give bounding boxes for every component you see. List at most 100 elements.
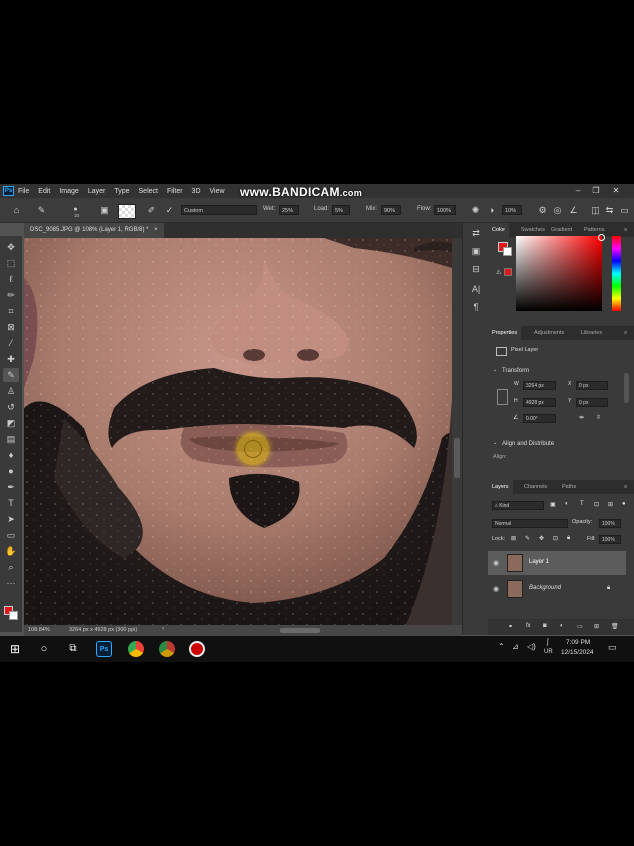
color-panel-menu-icon[interactable]: ≡ (624, 223, 627, 237)
filter-shape-icon[interactable]: ⊡ (594, 501, 599, 508)
new-group-icon[interactable]: ▭ (577, 623, 583, 630)
clock-time[interactable]: 7:09 PM (566, 639, 590, 646)
new-adjustment-icon[interactable]: ◐ (560, 623, 564, 629)
current-load-swatch[interactable] (118, 204, 136, 219)
lock-artboard-icon[interactable]: ⊡ (553, 535, 558, 542)
tab-adjustments[interactable]: Adjustments (534, 326, 564, 340)
paragraph-panel-icon[interactable]: ¶ (470, 301, 482, 313)
task-view-icon[interactable]: ⧉ (65, 641, 81, 657)
tab-properties[interactable]: Properties (488, 326, 522, 340)
notifications-icon[interactable]: ▭ (608, 642, 617, 653)
pen-tool-icon[interactable]: ✒ (3, 480, 19, 494)
airbrush-icon[interactable]: ✺ (470, 205, 481, 215)
lasso-tool-icon[interactable]: ℓ (3, 272, 19, 286)
clean-brush-icon[interactable]: ✓ (164, 205, 175, 215)
tab-layers[interactable]: Layers (488, 480, 513, 494)
blur-tool-icon[interactable]: ♦ (3, 448, 19, 462)
delete-layer-icon[interactable]: 🗑︎ (611, 623, 619, 630)
volume-icon[interactable]: ◁) (527, 642, 536, 651)
eyedropper-tool-icon[interactable]: ⁄ (3, 336, 19, 350)
mixer-brush-icon[interactable]: ✎ (36, 205, 47, 215)
menu-filter[interactable]: Filter (167, 188, 183, 195)
load-brush-icon[interactable]: ✐ (146, 205, 157, 215)
history-brush-icon[interactable]: ↺ (3, 400, 19, 414)
filter-smart-icon[interactable]: ⊞ (608, 501, 613, 508)
flip-horizontal-icon[interactable]: ⇹ (579, 414, 584, 421)
path-select-tool-icon[interactable]: ➤ (3, 512, 19, 526)
stamp-tool-icon[interactable]: ♙ (3, 384, 19, 398)
smoothing-field[interactable]: 10% (502, 205, 522, 215)
symmetry-icon[interactable]: ⇆ (604, 205, 615, 215)
shape-tool-icon[interactable]: ▭ (3, 528, 19, 542)
background-color-swatch[interactable] (9, 611, 18, 620)
new-layer-icon[interactable]: ⊞ (594, 623, 599, 630)
smoothing-settings-icon[interactable]: ⚙ (537, 205, 548, 215)
tab-channels[interactable]: Channels (524, 480, 547, 494)
brush-settings-icon[interactable]: ▣ (99, 205, 110, 215)
chrome-profile-icon[interactable] (159, 641, 175, 657)
tab-libraries[interactable]: Libraries (581, 326, 602, 340)
flow-field[interactable]: 100% (434, 205, 456, 215)
share-icon[interactable]: ▭ (619, 205, 630, 215)
filter-adjustment-icon[interactable]: ◐ (565, 501, 569, 507)
sample-all-icon[interactable]: ◎ (552, 205, 563, 215)
dodge-tool-icon[interactable]: ● (3, 464, 19, 478)
home-icon[interactable]: ⌂ (11, 205, 22, 215)
lock-transparent-icon[interactable]: ⊠ (511, 535, 516, 542)
filter-toggle-icon[interactable]: ● (622, 501, 626, 507)
layer-row-layer-1[interactable]: ◉ Layer 1 (488, 551, 626, 575)
flip-vertical-icon[interactable]: ⇳ (596, 414, 601, 421)
transform-chevron-icon[interactable]: ⌄ (493, 367, 497, 373)
eye-icon[interactable]: ◉ (493, 585, 499, 593)
properties-menu-icon[interactable]: ≡ (624, 326, 627, 340)
align-chevron-icon[interactable]: ⌄ (493, 440, 497, 446)
gamut-warning-icon[interactable]: ⚠ (496, 269, 501, 276)
mix-field[interactable]: 90% (381, 205, 401, 215)
opacity-field[interactable]: 100% (599, 519, 621, 528)
crop-tool-icon[interactable]: ⌗ (3, 304, 19, 318)
frame-tool-icon[interactable]: ⊠ (3, 320, 19, 334)
marquee-tool-icon[interactable]: ⬚ (3, 256, 19, 270)
document-size-info[interactable]: 3264 px x 4928 px (300 ppi) (69, 627, 137, 633)
quick-select-tool-icon[interactable]: ✏ (3, 288, 19, 302)
pressure-icon[interactable]: ◫ (590, 205, 601, 215)
angle-icon[interactable]: ◑ (486, 205, 497, 215)
layer-name[interactable]: Background (529, 585, 561, 591)
vertical-scroll-thumb[interactable] (454, 438, 460, 478)
color-field[interactable] (516, 234, 605, 311)
filter-pixel-icon[interactable]: ▣ (550, 501, 556, 508)
close-tab-icon[interactable]: × (154, 227, 158, 233)
hue-slider[interactable] (612, 236, 621, 311)
eraser-tool-icon[interactable]: ◩ (3, 416, 19, 430)
tray-arrow-icon[interactable]: ⌃ (498, 642, 505, 651)
search-icon[interactable]: ○ (36, 641, 52, 657)
hand-tool-icon[interactable]: ✋ (3, 544, 19, 558)
brush-tool-icon[interactable]: ✎ (3, 368, 19, 382)
bandicam-record-icon[interactable] (189, 641, 205, 657)
more-tools-icon[interactable]: ··· (3, 576, 19, 590)
lock-pixels-icon[interactable]: ✎ (525, 535, 530, 542)
adjustments-panel-icon[interactable]: ⊟ (470, 263, 482, 275)
brush-angle-icon[interactable]: ∠ (568, 205, 579, 215)
wet-field[interactable]: 25% (279, 205, 299, 215)
link-layers-icon[interactable]: ⚭ (508, 623, 513, 630)
color-field-picker[interactable] (598, 234, 605, 241)
menu-select[interactable]: Select (139, 188, 158, 195)
layers-menu-icon[interactable]: ≡ (624, 480, 627, 494)
angle-field[interactable]: 0.00° (523, 414, 556, 423)
vertical-scrollbar[interactable] (452, 238, 462, 629)
menu-type[interactable]: Type (114, 188, 129, 195)
gradient-tool-icon[interactable]: ▤ (3, 432, 19, 446)
windows-start-icon[interactable]: ⊞ (7, 641, 23, 657)
layer-name[interactable]: Layer 1 (529, 559, 549, 565)
network-icon[interactable]: ⊿ (512, 642, 519, 651)
gamut-swatch[interactable] (504, 268, 512, 276)
minimize-button[interactable]: – (573, 186, 583, 195)
tab-swatches[interactable]: Swatches (521, 223, 545, 237)
status-arrow-icon[interactable]: › (162, 626, 164, 632)
layer-style-icon[interactable]: fx (526, 623, 531, 629)
panel-background-swatch[interactable] (503, 247, 512, 256)
y-field[interactable]: 0 px (576, 398, 608, 407)
actions-panel-icon[interactable]: ▣ (470, 245, 482, 257)
clock-date[interactable]: 12/15/2024 (561, 649, 594, 656)
